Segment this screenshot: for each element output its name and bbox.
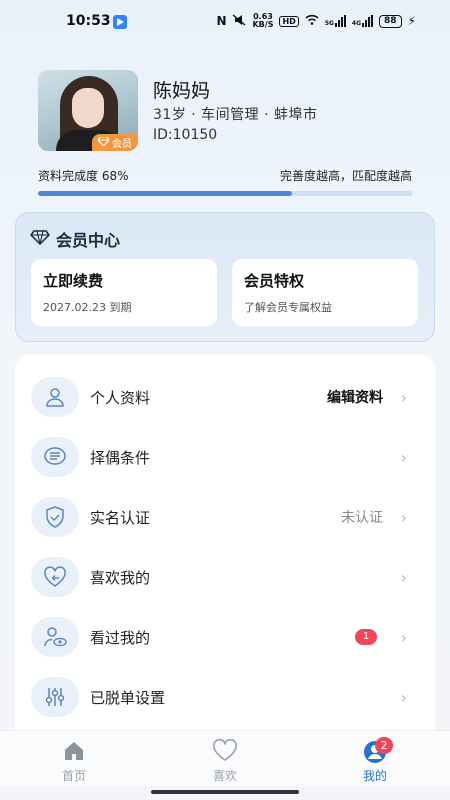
menu-item-profile[interactable]: 个人资料 编辑资料 › bbox=[15, 367, 435, 427]
unread-badge: 1 bbox=[355, 629, 377, 645]
privileges-title: 会员特权 bbox=[244, 272, 305, 290]
speed-unit: KB/S bbox=[252, 20, 274, 29]
menu-item-label: 个人资料 bbox=[90, 388, 151, 407]
avatar[interactable]: 会员 bbox=[38, 70, 138, 151]
member-center: 会员中心 立即续费 2027.02.23 到期 会员特权 了解会员专属权益 bbox=[15, 212, 435, 342]
menu-item-verification[interactable]: 实名认证 未认证 › bbox=[15, 487, 435, 547]
chevron-right-icon: › bbox=[400, 627, 407, 647]
nav-home-label: 首页 bbox=[61, 769, 86, 783]
privileges-subtitle: 了解会员专属权益 bbox=[244, 301, 332, 314]
signal-4g: 4G bbox=[351, 15, 374, 27]
vip-tag: 会员 bbox=[92, 134, 138, 151]
status-time: 10:53 bbox=[66, 13, 111, 29]
menu-item-viewed-me[interactable]: 看过我的 1 › bbox=[15, 607, 435, 667]
nfc-icon: N bbox=[216, 14, 227, 28]
member-center-label: 会员中心 bbox=[56, 231, 121, 250]
shield-check-icon bbox=[31, 497, 79, 537]
status-icons: N 0.63 KB/S HD 5G 4G 88 ⚡ bbox=[216, 13, 416, 29]
menu-item-liked-me[interactable]: 喜欢我的 › bbox=[15, 547, 435, 607]
privileges-card[interactable]: 会员特权 了解会员专属权益 bbox=[232, 259, 418, 326]
viewer-eye-icon bbox=[31, 617, 79, 657]
profile-name: 陈妈妈 bbox=[153, 80, 211, 102]
menu-item-matched-settings[interactable]: 已脱单设置 › bbox=[15, 667, 435, 727]
settings-menu: 个人资料 编辑资料 › 择偶条件 › 实名认证 未认证 › 喜欢我的 › 看过我… bbox=[15, 355, 435, 745]
nav-likes[interactable]: 喜欢 bbox=[195, 738, 255, 784]
vip-tag-label: 会员 bbox=[112, 139, 132, 150]
signal-5g: 5G bbox=[325, 15, 346, 27]
network-speed: 0.63 KB/S bbox=[252, 13, 273, 29]
list-bubble-icon bbox=[31, 437, 79, 477]
renew-title: 立即续费 bbox=[43, 272, 104, 290]
signal-5g-label: 5G bbox=[324, 20, 334, 27]
diamond-icon bbox=[30, 229, 50, 249]
completion-label: 资料完成度 68% bbox=[38, 169, 129, 183]
nav-mine[interactable]: 2 我的 bbox=[345, 737, 405, 784]
renew-card[interactable]: 立即续费 2027.02.23 到期 bbox=[31, 259, 217, 326]
status-bar: 10:53 N 0.63 KB/S HD 5G 4G 88 ⚡ bbox=[0, 0, 450, 44]
menu-item-label: 看过我的 bbox=[90, 628, 151, 647]
nav-likes-label: 喜欢 bbox=[212, 769, 237, 783]
battery-icon: 88 bbox=[379, 14, 402, 28]
completion-progress-bar bbox=[38, 191, 412, 196]
signal-bars-icon bbox=[362, 15, 374, 27]
wifi-icon bbox=[305, 14, 319, 28]
hd-icon: HD bbox=[279, 15, 299, 27]
home-indicator[interactable] bbox=[151, 790, 299, 794]
heart-arrow-icon bbox=[31, 557, 79, 597]
heart-icon bbox=[195, 738, 255, 765]
menu-item-label: 已脱单设置 bbox=[90, 688, 166, 707]
menu-item-partner-criteria[interactable]: 择偶条件 › bbox=[15, 427, 435, 487]
person-icon bbox=[31, 377, 79, 417]
renew-expiry: 2027.02.23 到期 bbox=[43, 301, 132, 314]
home-icon bbox=[44, 739, 104, 765]
signal-4g-label: 4G bbox=[351, 20, 362, 27]
menu-item-value: 未认证 bbox=[341, 510, 383, 526]
nav-mine-label: 我的 bbox=[362, 769, 387, 783]
mute-icon bbox=[232, 13, 246, 29]
charging-icon: ⚡ bbox=[407, 14, 416, 28]
completion-progress-fill bbox=[38, 191, 293, 196]
chevron-right-icon: › bbox=[400, 387, 407, 407]
completion-hint: 完善度越高，匹配度越高 bbox=[279, 169, 412, 183]
chevron-right-icon: › bbox=[400, 447, 407, 467]
menu-item-value: 编辑资料 bbox=[327, 390, 383, 406]
signal-bars-icon bbox=[334, 15, 346, 27]
notification-app-icon bbox=[113, 15, 127, 29]
profile-id: ID:10150 bbox=[153, 127, 218, 143]
chevron-right-icon: › bbox=[400, 507, 407, 527]
chevron-right-icon: › bbox=[400, 687, 407, 707]
nav-home[interactable]: 首页 bbox=[44, 739, 104, 784]
menu-item-label: 实名认证 bbox=[90, 508, 151, 527]
menu-item-label: 择偶条件 bbox=[90, 448, 151, 467]
chevron-right-icon: › bbox=[400, 567, 407, 587]
bottom-nav: 首页 喜欢 2 我的 bbox=[0, 730, 450, 786]
nav-mine-badge: 2 bbox=[375, 737, 393, 754]
profile-info: 31岁 · 车间管理 · 蚌埠市 bbox=[153, 107, 318, 123]
diamond-icon bbox=[97, 135, 110, 149]
profile-completion: 资料完成度 68% 完善度越高，匹配度越高 bbox=[38, 167, 412, 196]
menu-item-label: 喜欢我的 bbox=[90, 568, 151, 587]
profile-header: 会员 陈妈妈 31岁 · 车间管理 · 蚌埠市 ID:10150 bbox=[38, 70, 418, 152]
member-center-title: 会员中心 bbox=[30, 227, 120, 251]
sliders-icon bbox=[31, 677, 79, 717]
